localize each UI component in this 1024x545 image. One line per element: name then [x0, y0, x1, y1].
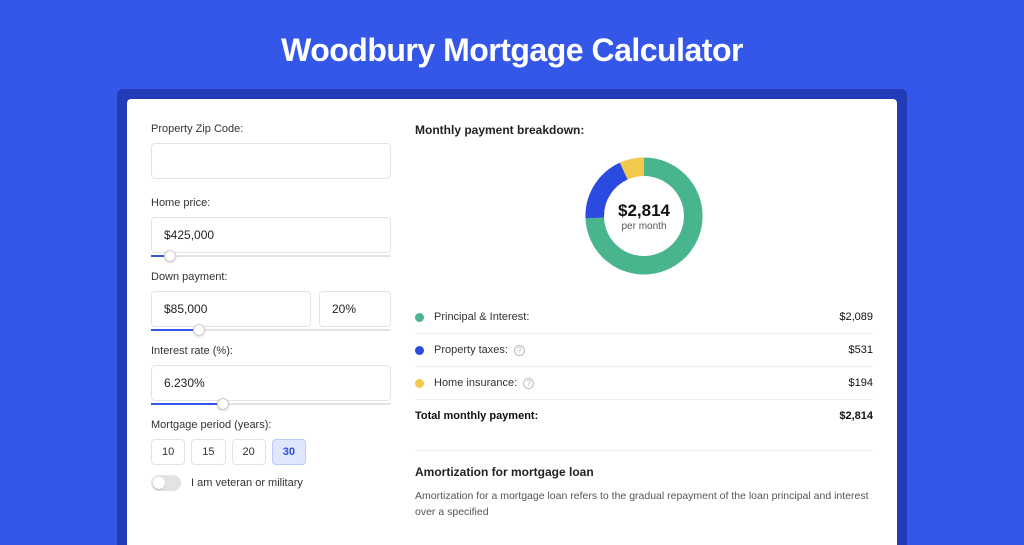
total-label: Total monthly payment:: [415, 410, 538, 422]
period-label: Mortgage period (years):: [151, 419, 391, 431]
interest-input[interactable]: [151, 365, 391, 401]
legend-list: Principal & Interest: $2,089 Property taxe…: [415, 301, 873, 400]
legend-label: Home insurance:: [434, 377, 517, 389]
legend-row: Property taxes:? $531: [415, 334, 873, 367]
interest-slider-thumb[interactable]: [217, 398, 229, 410]
interest-slider-fill: [151, 403, 223, 405]
legend-row: Principal & Interest: $2,089: [415, 301, 873, 334]
veteran-toggle[interactable]: [151, 475, 181, 491]
legend-value: $531: [849, 344, 873, 356]
down-payment-slider[interactable]: [151, 329, 391, 331]
amortization-heading: Amortization for mortgage loan: [415, 450, 873, 479]
zip-label: Property Zip Code:: [151, 123, 391, 135]
calculator-card: Property Zip Code: Home price: Down paym…: [127, 99, 897, 545]
home-price-input[interactable]: [151, 217, 391, 253]
donut-sub: per month: [621, 221, 666, 232]
form-panel: Property Zip Code: Home price: Down paym…: [151, 123, 391, 521]
home-price-label: Home price:: [151, 197, 391, 209]
home-price-slider[interactable]: [151, 255, 391, 257]
interest-field-block: Interest rate (%):: [151, 345, 391, 401]
down-payment-input[interactable]: [151, 291, 311, 327]
breakdown-heading: Monthly payment breakdown:: [415, 123, 873, 137]
page-title: Woodbury Mortgage Calculator: [281, 32, 743, 69]
down-payment-field-block: Down payment:: [151, 271, 391, 327]
home-price-field-block: Home price:: [151, 197, 391, 253]
donut-chart: $2,814 per month: [579, 151, 709, 281]
donut-wrap: $2,814 per month: [415, 151, 873, 281]
info-icon[interactable]: ?: [523, 378, 534, 389]
period-button-15[interactable]: 15: [191, 439, 225, 465]
amortization-body: Amortization for a mortgage loan refers …: [415, 489, 873, 521]
legend-label: Principal & Interest:: [434, 311, 529, 323]
period-button-20[interactable]: 20: [232, 439, 266, 465]
period-button-10[interactable]: 10: [151, 439, 185, 465]
card-shadow: Property Zip Code: Home price: Down paym…: [117, 89, 907, 545]
period-buttons: 1015 2030: [151, 439, 391, 465]
legend-dot: [415, 346, 424, 355]
legend-value: $194: [849, 377, 873, 389]
donut-amount: $2,814: [618, 201, 670, 221]
legend-label: Property taxes:: [434, 344, 508, 356]
legend-row: Home insurance:? $194: [415, 367, 873, 400]
legend-value: $2,089: [839, 311, 873, 323]
period-field-block: Mortgage period (years): 1015 2030: [151, 419, 391, 465]
legend-dot: [415, 313, 424, 322]
interest-slider[interactable]: [151, 403, 391, 405]
veteran-row: I am veteran or military: [151, 475, 391, 491]
info-icon[interactable]: ?: [514, 345, 525, 356]
interest-label: Interest rate (%):: [151, 345, 391, 357]
down-payment-slider-fill: [151, 329, 199, 331]
down-payment-label: Down payment:: [151, 271, 391, 283]
total-row: Total monthly payment: $2,814: [415, 400, 873, 434]
legend-dot: [415, 379, 424, 388]
down-payment-slider-thumb[interactable]: [193, 324, 205, 336]
veteran-label: I am veteran or military: [191, 477, 303, 489]
period-button-30[interactable]: 30: [272, 439, 306, 465]
zip-field-block: Property Zip Code:: [151, 123, 391, 179]
down-payment-pct-input[interactable]: [319, 291, 391, 327]
zip-input[interactable]: [151, 143, 391, 179]
total-value: $2,814: [839, 410, 873, 422]
home-price-slider-thumb[interactable]: [164, 250, 176, 262]
breakdown-panel: Monthly payment breakdown: $2,814 per mo…: [415, 123, 873, 521]
donut-center: $2,814 per month: [579, 151, 709, 281]
